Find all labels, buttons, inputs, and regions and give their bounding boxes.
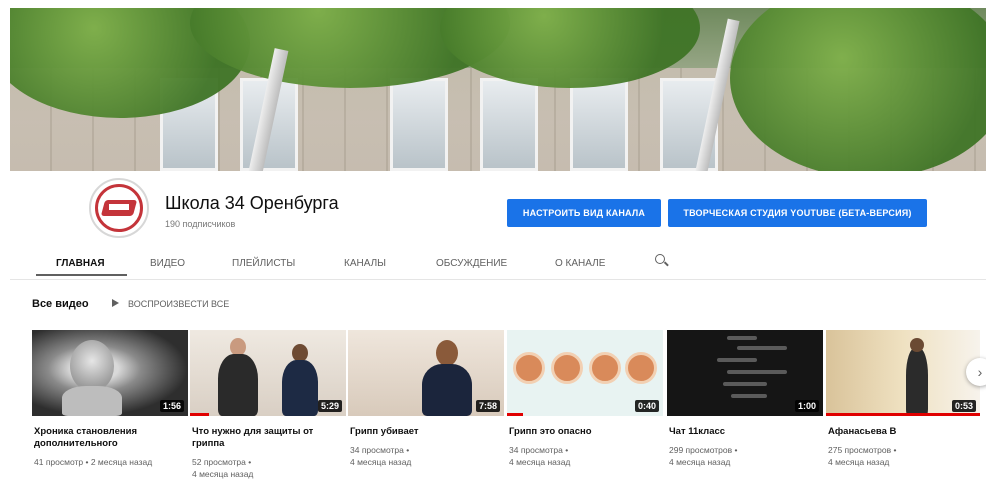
search-icon[interactable]: [655, 254, 669, 268]
tab-about[interactable]: О КАНАЛЕ: [555, 253, 605, 279]
video-thumbnail[interactable]: 7:58: [348, 330, 504, 416]
watch-progress: [190, 413, 209, 416]
thumbnail-figure: [906, 348, 928, 416]
watch-progress: [826, 413, 980, 416]
thumbnail-figure: [422, 364, 472, 416]
video-duration: 0:40: [634, 400, 659, 412]
thumbnail-chat-line: [731, 394, 767, 398]
video-thumbnail[interactable]: 0:40: [507, 330, 663, 416]
thumbnail-chat-line: [727, 370, 787, 374]
thumbnail-figure: [62, 386, 122, 416]
video-meta: 4 месяца назад: [828, 457, 890, 467]
banner-window: [570, 78, 628, 171]
video-thumbnail[interactable]: 1:56: [32, 330, 188, 416]
channel-banner: [10, 8, 986, 171]
banner-window: [480, 78, 538, 171]
creator-studio-button[interactable]: ТВОРЧЕСКАЯ СТУДИЯ YOUTUBE (БЕТА-ВЕРСИЯ): [668, 199, 927, 227]
thumbnail-figure: [513, 352, 545, 384]
thumbnail-chat-line: [717, 358, 757, 362]
thumbnail-figure: [70, 340, 114, 392]
thumbnail-figure: [218, 354, 258, 416]
chevron-right-icon[interactable]: ›: [966, 358, 986, 386]
video-meta: 4 месяца назад: [669, 457, 731, 467]
video-title[interactable]: Грипп убивает: [350, 426, 502, 438]
active-tab-indicator: [36, 274, 127, 276]
video-duration: 1:56: [159, 400, 184, 412]
video-card[interactable]: 7:58 Грипп убивает 34 просмотра • 4 меся…: [348, 330, 504, 467]
thumbnail-figure: [910, 338, 924, 352]
video-thumbnail[interactable]: 1:00: [667, 330, 823, 416]
video-title[interactable]: Хроника становления дополнительного: [34, 426, 186, 450]
video-meta: 34 просмотра •: [509, 445, 569, 455]
video-title[interactable]: Что нужно для защиты от гриппа: [192, 426, 344, 450]
video-card[interactable]: 5:29 Что нужно для защиты от гриппа 52 п…: [190, 330, 346, 479]
tabs-divider: [10, 279, 986, 280]
video-meta: 4 месяца назад: [192, 469, 254, 479]
tab-videos[interactable]: ВИДЕО: [150, 253, 185, 279]
video-meta: 41 просмотр • 2 месяца назад: [34, 457, 153, 467]
video-duration: 7:58: [475, 400, 500, 412]
tab-playlists[interactable]: ПЛЕЙЛИСТЫ: [232, 253, 295, 279]
video-duration: 0:53: [951, 400, 976, 412]
section-title[interactable]: Все видео: [32, 298, 89, 310]
video-meta: 275 просмотров •: [828, 445, 897, 455]
video-duration: 1:00: [794, 400, 819, 412]
thumbnail-figure: [436, 340, 458, 366]
video-card[interactable]: 0:53 Афанасьева В 275 просмотров • 4 мес…: [826, 330, 980, 467]
video-thumbnail[interactable]: 0:53: [826, 330, 980, 416]
video-thumbnail[interactable]: 5:29: [190, 330, 346, 416]
channel-title: Школа 34 Оренбурга: [165, 193, 339, 213]
tab-discussion[interactable]: ОБСУЖДЕНИЕ: [436, 253, 507, 279]
thumbnail-chat-line: [737, 346, 787, 350]
video-meta: 4 месяца назад: [509, 457, 571, 467]
banner-window: [390, 78, 448, 171]
play-icon[interactable]: [112, 299, 119, 307]
banner-foliage: [730, 8, 986, 171]
video-meta: 4 месяца назад: [350, 457, 412, 467]
video-meta: 299 просмотров •: [669, 445, 738, 455]
avatar-logo-stripe: [109, 204, 129, 210]
thumbnail-chat-line: [727, 336, 757, 340]
video-title[interactable]: Афанасьева В: [828, 426, 980, 438]
play-all-button[interactable]: ВОСПРОИЗВЕСТИ ВСЕ: [128, 299, 229, 309]
channel-avatar[interactable]: [89, 178, 149, 238]
video-title[interactable]: Чат 11класс: [669, 426, 821, 438]
video-card[interactable]: 0:40 Грипп это опасно 34 просмотра • 4 м…: [507, 330, 663, 467]
thumbnail-figure: [282, 360, 318, 416]
thumbnail-figure: [625, 352, 657, 384]
video-card[interactable]: 1:00 Чат 11класс 299 просмотров • 4 меся…: [667, 330, 823, 467]
video-title[interactable]: Грипп это опасно: [509, 426, 661, 438]
video-duration: 5:29: [317, 400, 342, 412]
watch-progress: [507, 413, 523, 416]
tab-channels[interactable]: КАНАЛЫ: [344, 253, 386, 279]
video-meta: 52 просмотра •: [192, 457, 252, 467]
video-card[interactable]: 1:56 Хроника становления дополнительного…: [32, 330, 188, 467]
thumbnail-figure: [551, 352, 583, 384]
thumbnail-figure: [589, 352, 621, 384]
thumbnail-chat-line: [723, 382, 767, 386]
subscriber-count: 190 подписчиков: [165, 219, 236, 229]
customize-channel-button[interactable]: НАСТРОИТЬ ВИД КАНАЛА: [507, 199, 661, 227]
video-meta: 34 просмотра •: [350, 445, 410, 455]
